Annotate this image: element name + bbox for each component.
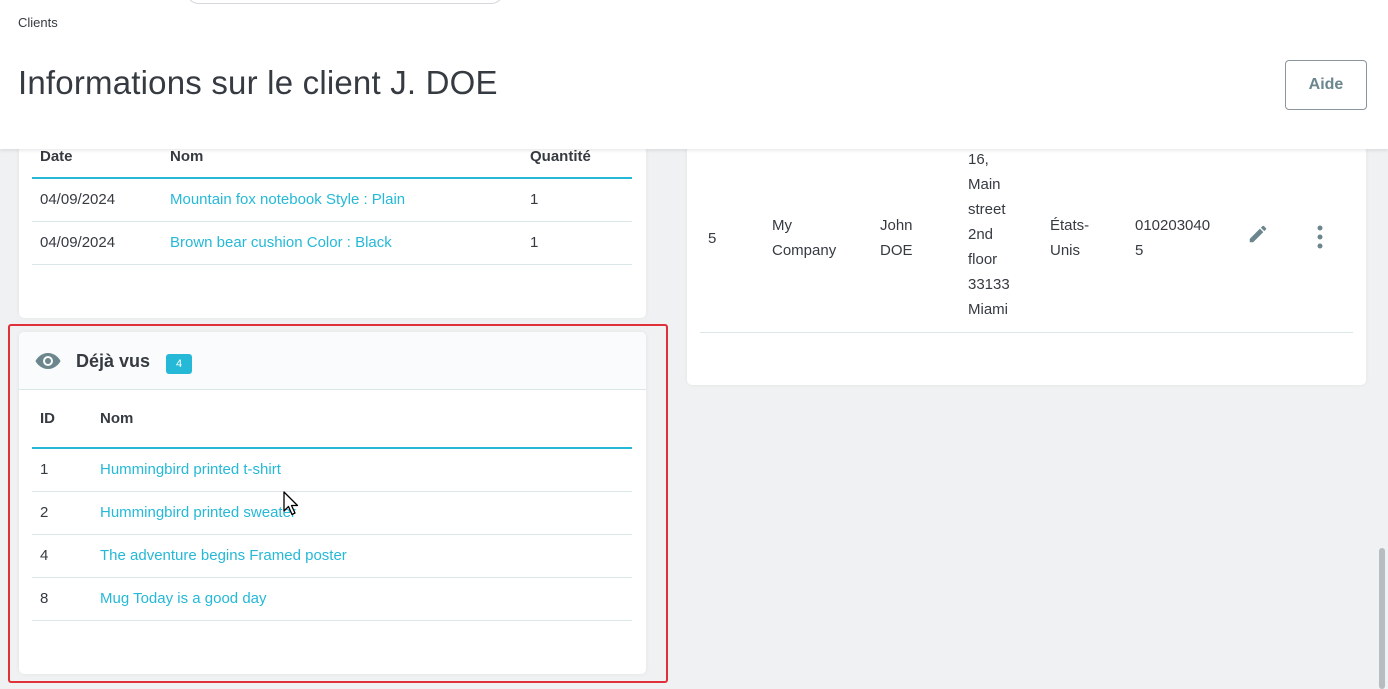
company-line: Company: [772, 242, 837, 259]
address-line: 2nd: [968, 226, 994, 243]
order-date: 04/09/2024: [32, 221, 162, 265]
ordered-products-table: Date Nom Quantité 04/09/2024 Mountain fo…: [32, 148, 632, 265]
search-input[interactable]: [186, 0, 504, 4]
address-line: street: [968, 201, 1006, 218]
product-id: 2: [32, 491, 92, 535]
product-id: 8: [32, 577, 92, 621]
product-link[interactable]: Hummingbird printed sweater: [100, 504, 296, 521]
column-header-id: ID: [32, 410, 92, 449]
product-id: 4: [32, 534, 92, 578]
help-button[interactable]: Aide: [1285, 60, 1367, 110]
breadcrumb[interactable]: Clients: [18, 15, 58, 30]
address-id: 5: [708, 230, 717, 247]
ordered-products-card: Date Nom Quantité 04/09/2024 Mountain fo…: [19, 120, 646, 318]
address-name: John DOE: [880, 213, 940, 263]
column-header-quantity: Quantité: [522, 148, 632, 179]
table-row: 04/09/2024 Brown bear cushion Color : Bl…: [32, 221, 632, 265]
order-date: 04/09/2024: [32, 178, 162, 222]
product-link[interactable]: The adventure begins Framed poster: [100, 547, 347, 564]
phone-line: 5: [1135, 242, 1144, 259]
viewed-products-title: Déjà vus: [76, 351, 151, 371]
address-street: 16, Main street 2nd floor 33133 Miami: [968, 147, 1028, 322]
column-header-name: Nom: [92, 410, 632, 449]
table-row: 4 The adventure begins Framed poster: [32, 534, 632, 578]
address-phone: 010203040 5: [1135, 213, 1235, 263]
name-line: John: [880, 217, 913, 234]
page-title: Informations sur le client J. DOE: [18, 64, 498, 101]
column-header-date: Date: [32, 148, 162, 179]
product-link[interactable]: Hummingbird printed t-shirt: [100, 461, 281, 478]
address-row: 5 My Company John DOE 16, Main street 2n…: [700, 120, 1353, 333]
pencil-icon[interactable]: [1247, 223, 1269, 245]
address-line: 16,: [968, 151, 989, 168]
scrollbar[interactable]: [1379, 548, 1385, 689]
country-line: États-: [1050, 217, 1090, 234]
table-row: 8 Mug Today is a good day: [32, 577, 632, 621]
product-id: 1: [32, 448, 92, 492]
viewed-products-card: Déjà vus 4 ID Nom 1 Hummingbird printed …: [19, 332, 646, 674]
product-link[interactable]: Mug Today is a good day: [100, 590, 267, 607]
addresses-card: 5 My Company John DOE 16, Main street 2n…: [687, 120, 1366, 385]
mouse-cursor-icon: [283, 491, 299, 516]
address-line: floor: [968, 251, 998, 268]
table-row: 1 Hummingbird printed t-shirt: [32, 448, 632, 492]
address-line: Main: [968, 176, 1001, 193]
eye-icon: [35, 353, 61, 369]
table-row: 04/09/2024 Mountain fox notebook Style :…: [32, 178, 632, 222]
name-line: DOE: [880, 242, 913, 259]
company-line: My: [772, 217, 792, 234]
order-quantity: 1: [522, 221, 632, 265]
product-link[interactable]: Mountain fox notebook Style : Plain: [170, 191, 405, 208]
table-row: 2 Hummingbird printed sweater: [32, 491, 632, 535]
column-header-name: Nom: [162, 148, 522, 179]
more-vertical-icon[interactable]: [1314, 224, 1326, 250]
address-line: 33133: [968, 276, 1010, 293]
country-line: Unis: [1050, 242, 1081, 259]
product-link[interactable]: Brown bear cushion Color : Black: [170, 234, 392, 251]
viewed-products-table: ID Nom 1 Hummingbird printed t-shirt 2 H…: [32, 410, 632, 621]
viewed-products-header: Déjà vus 4: [19, 332, 646, 390]
address-company: My Company: [772, 213, 857, 263]
address-country: États- Unis: [1050, 213, 1110, 263]
phone-line: 010203040: [1135, 217, 1211, 234]
order-quantity: 1: [522, 178, 632, 222]
page-header: Clients Informations sur le client J. DO…: [0, 0, 1388, 149]
address-line: Miami: [968, 301, 1008, 318]
count-badge: 4: [166, 354, 192, 374]
